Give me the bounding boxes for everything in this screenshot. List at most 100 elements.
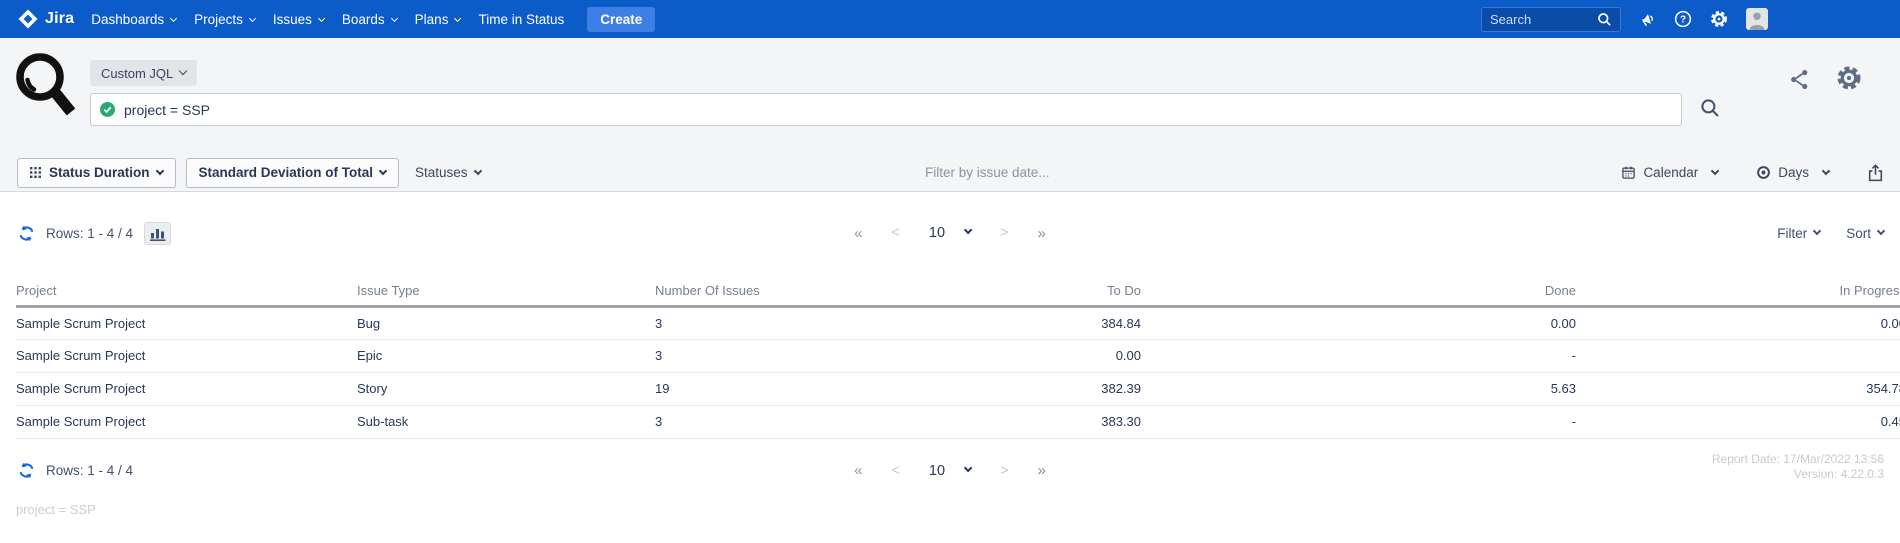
nav-item-label: Issues: [272, 11, 312, 27]
chevron-down-icon: [378, 166, 388, 175]
jira-logo[interactable]: Jira: [18, 9, 74, 29]
cell-in-progress: 354.78: [1576, 372, 1900, 406]
run-query-search-icon[interactable]: [1700, 98, 1720, 118]
jql-input-box[interactable]: [90, 93, 1682, 126]
chevron-down-icon: [155, 166, 164, 175]
report-settings-gear-icon[interactable]: [1836, 65, 1862, 91]
bar-chart-icon: [149, 226, 166, 241]
chevron-down-icon: [1876, 226, 1886, 236]
column-header-in-progress: In Progress: [1576, 276, 1900, 308]
filter-sort-group: Filter Sort: [1777, 218, 1886, 248]
help-icon[interactable]: ?: [1674, 10, 1692, 28]
report-date-label: Report Date: 17/Mar/2022 13:56: [1711, 451, 1884, 466]
nav-item-label: Plans: [414, 11, 449, 27]
column-header-project: Project: [16, 276, 357, 308]
sort-label: Sort: [1846, 225, 1871, 241]
search-icon: [1597, 12, 1612, 27]
pagination-prev-button[interactable]: <: [891, 463, 899, 479]
report-toolbar: Status Duration Standard Deviation of To…: [0, 156, 1900, 189]
filter-label: Filter: [1777, 225, 1808, 241]
report-type-button[interactable]: Status Duration: [17, 157, 176, 188]
refresh-icon[interactable]: [18, 462, 35, 479]
statuses-dropdown[interactable]: Statuses: [415, 165, 482, 180]
list-controls-bottom: Rows: 1 - 4 / 4 « < 10 > » Report Date: …: [0, 452, 1900, 486]
pagination-next-button[interactable]: >: [1000, 225, 1008, 241]
jql-query-area: Custom JQL: [90, 60, 1682, 126]
pagination-first-button[interactable]: «: [854, 225, 862, 242]
chevron-down-icon: [317, 14, 325, 22]
nav-item-plans[interactable]: Plans: [406, 0, 470, 38]
cell-project: Sample Scrum Project: [16, 339, 357, 373]
chevron-down-icon: [963, 463, 973, 472]
time-unit-dropdown[interactable]: Days: [1756, 165, 1831, 180]
nav-item-label: Projects: [194, 11, 243, 27]
nav-item-time-in-status[interactable]: Time in Status: [469, 0, 573, 38]
chevron-down-icon: [1821, 166, 1831, 175]
cell-done: 5.63: [1141, 372, 1576, 406]
settings-gear-icon[interactable]: [1710, 10, 1728, 28]
user-avatar[interactable]: [1746, 8, 1768, 30]
pagination-prev-button[interactable]: <: [891, 225, 899, 241]
metric-button[interactable]: Standard Deviation of Total: [185, 157, 400, 188]
page-size-dropdown[interactable]: 10: [928, 225, 973, 241]
column-header-done: Done: [1141, 276, 1576, 308]
page-size-dropdown[interactable]: 10: [929, 463, 973, 479]
jira-logo-icon: [18, 9, 38, 29]
chevron-down-icon: [963, 225, 973, 235]
page-size-value: 10: [928, 225, 946, 241]
svg-text:?: ?: [1680, 15, 1686, 26]
pagination-next-button[interactable]: >: [1000, 463, 1008, 479]
cell-project: Sample Scrum Project: [16, 405, 357, 439]
pagination-last-button[interactable]: »: [1038, 462, 1046, 479]
issue-date-filter[interactable]: Filter by issue date...: [925, 165, 1050, 180]
column-header-to-do: To Do: [815, 276, 1141, 308]
cell-number-of-issues: 19: [655, 372, 815, 406]
cell-done: 0.00: [1141, 306, 1576, 340]
status-duration-table: Project Issue Type Number Of Issues To D…: [16, 276, 1900, 439]
chart-view-button[interactable]: [144, 221, 172, 245]
nav-search-input[interactable]: [1490, 11, 1597, 27]
calendar-dropdown[interactable]: Calendar: [1621, 165, 1720, 180]
cell-number-of-issues: 3: [655, 339, 815, 373]
chevron-down-icon: [179, 66, 188, 76]
time-unit-label: Days: [1778, 165, 1809, 180]
filter-dropdown[interactable]: Filter: [1777, 225, 1822, 241]
table-header-row: Project Issue Type Number Of Issues To D…: [16, 276, 1900, 308]
nav-item-label: Time in Status: [478, 11, 565, 27]
statuses-label: Statuses: [415, 165, 468, 180]
pagination-top: « < 10 > »: [854, 218, 1046, 248]
nav-item-dashboards[interactable]: Dashboards: [82, 0, 185, 38]
create-button[interactable]: Create: [587, 6, 656, 32]
cell-issue-type: Sub-task: [357, 405, 655, 439]
nav-item-issues[interactable]: Issues: [264, 0, 333, 38]
jql-input[interactable]: [124, 101, 1672, 118]
refresh-icon[interactable]: [18, 225, 35, 242]
pagination-first-button[interactable]: «: [854, 462, 862, 479]
table-row: Sample Scrum Project Sub-task 3 383.30 -…: [16, 405, 1900, 439]
jql-echo-label: project = SSP: [16, 501, 96, 517]
rows-info-group: Rows: 1 - 4 / 4: [18, 456, 133, 486]
announcements-megaphone-icon[interactable]: [1639, 11, 1656, 28]
chevron-down-icon: [248, 14, 256, 22]
nav-item-boards[interactable]: Boards: [333, 0, 406, 38]
rows-count-label: Rows: 1 - 4 / 4: [46, 225, 134, 241]
cell-to-do: 384.84: [815, 306, 1141, 340]
sort-dropdown[interactable]: Sort: [1846, 225, 1886, 241]
top-nav-bar: Jira Dashboards Projects Issues Boards P…: [0, 0, 1900, 38]
cell-to-do: 383.30: [815, 405, 1141, 439]
export-icon[interactable]: [1867, 163, 1884, 182]
cell-done: -: [1141, 405, 1576, 439]
share-icon[interactable]: [1788, 68, 1811, 91]
pagination-last-button[interactable]: »: [1038, 225, 1046, 242]
grid-icon: [30, 167, 41, 178]
cell-issue-type: Epic: [357, 339, 655, 373]
query-mode-button[interactable]: Custom JQL: [90, 60, 198, 86]
nav-item-projects[interactable]: Projects: [185, 0, 264, 38]
cell-done: -: [1141, 339, 1576, 373]
chevron-down-icon: [473, 166, 482, 175]
column-header-issue-type: Issue Type: [357, 276, 655, 308]
chevron-down-icon: [170, 14, 178, 22]
calendar-label: Calendar: [1643, 165, 1699, 180]
nav-search-box[interactable]: [1481, 6, 1621, 32]
chevron-down-icon: [454, 14, 462, 22]
